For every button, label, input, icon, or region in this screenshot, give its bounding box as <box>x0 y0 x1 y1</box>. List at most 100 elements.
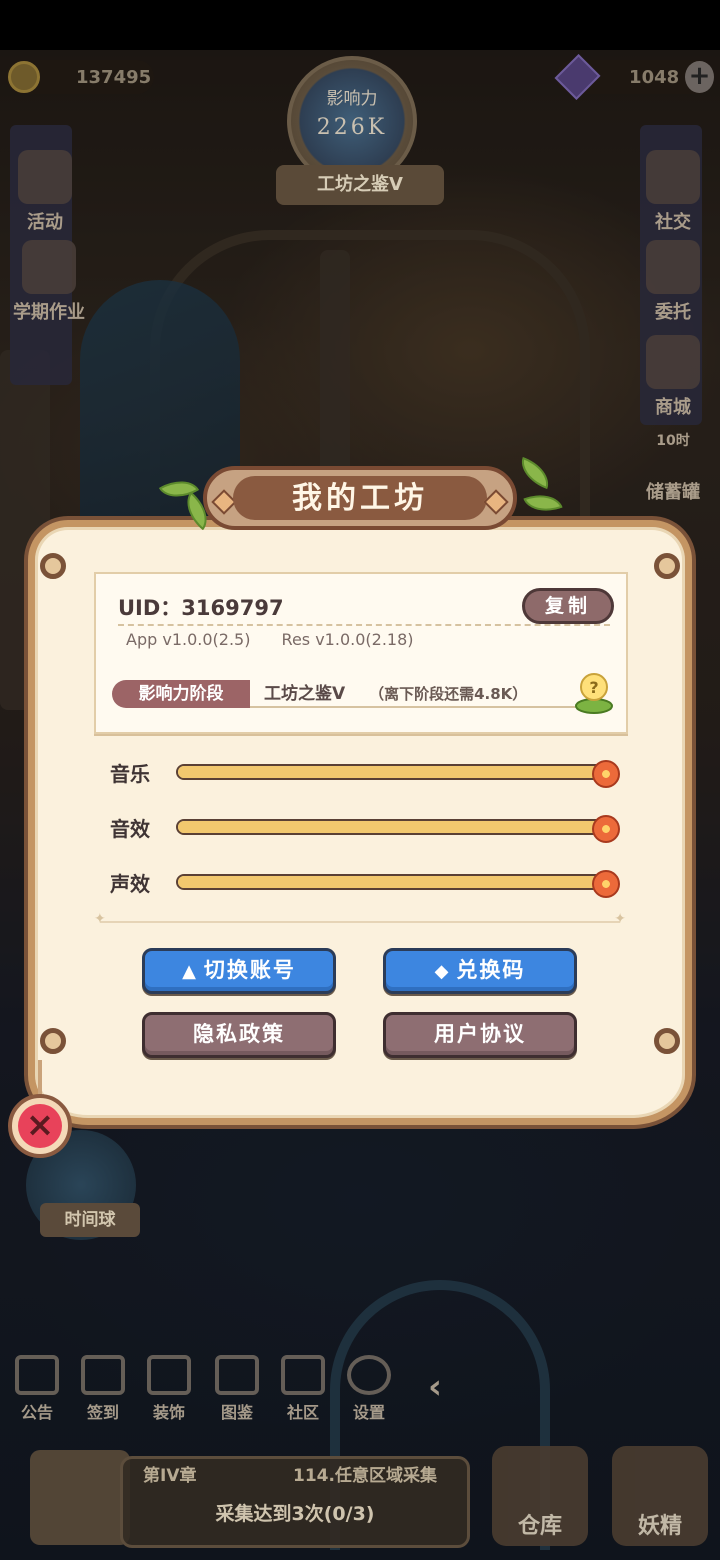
quest-task: 114.任意区域采集 <box>293 1466 437 1486</box>
privacy-policy-label: 隐私政策 <box>193 1022 285 1046</box>
semester-homework-button[interactable]: 学期作业 <box>6 240 92 324</box>
social-label: 社交 <box>655 212 691 233</box>
calendar-check-icon <box>81 1355 125 1395</box>
flower-knob-icon[interactable] <box>592 870 620 898</box>
corner-ornament <box>40 1028 66 1054</box>
influence-value: 226K <box>316 115 388 140</box>
wizard-hat-icon: ▲ <box>182 961 198 982</box>
music-volume-row: 音乐 <box>110 758 630 788</box>
fairy-label: 妖精 <box>637 1514 682 1539</box>
nav-settings[interactable]: 设置 <box>338 1355 400 1423</box>
time-ball-label: 时间球 <box>40 1203 140 1237</box>
nav-decorate[interactable]: 装饰 <box>138 1355 200 1423</box>
shop-label: 商城 <box>655 397 691 418</box>
piggy-bank-timer: 10时 <box>656 433 690 449</box>
coin-counter[interactable]: 137495 <box>6 60 154 94</box>
voice-slider-fill <box>178 876 606 888</box>
version-info: App v1.0.0(2.5) Res v1.0.0(2.18) <box>126 630 440 649</box>
lightbulb-help-icon[interactable]: ? <box>574 670 614 714</box>
close-dialog-button[interactable]: × <box>8 1094 72 1158</box>
fairy-button[interactable]: 妖精 <box>612 1446 708 1546</box>
flower-knob-icon[interactable] <box>592 815 620 843</box>
app-version: App v1.0.0(2.5) <box>126 630 251 649</box>
nav-collapse-icon[interactable]: ‹ <box>404 1367 466 1407</box>
music-label: 音乐 <box>110 762 150 786</box>
user-agreement-label: 用户协议 <box>434 1022 526 1046</box>
semester-homework-label: 学期作业 <box>13 302 85 323</box>
switch-account-label: 切换账号 <box>203 958 296 982</box>
nav-announcement-label: 公告 <box>20 1403 53 1422</box>
social-button[interactable]: 社交 <box>634 150 712 234</box>
nav-community[interactable]: 社区 <box>272 1355 334 1423</box>
bottom-nav: 公告 签到 装饰 图鉴 社区 设置 ‹ <box>0 1355 720 1435</box>
shop-icon <box>646 335 700 389</box>
book-icon <box>215 1355 259 1395</box>
stage-name: 工坊之鉴V <box>264 684 346 704</box>
activity-icon <box>18 150 72 204</box>
res-version: Res v1.0.0(2.18) <box>281 630 414 649</box>
music-slider[interactable] <box>176 760 620 788</box>
gem-stud-icon <box>483 489 509 515</box>
ornamental-divider <box>94 911 626 927</box>
stage-hint: （离下阶段还需4.8K） <box>369 685 528 703</box>
coin-icon <box>8 61 40 93</box>
dashed-divider <box>118 624 610 626</box>
influence-label: 影响力 <box>326 89 378 109</box>
nav-decorate-label: 装饰 <box>152 1403 185 1422</box>
corner-ornament <box>40 553 66 579</box>
activity-button[interactable]: 活动 <box>6 150 84 234</box>
influence-stage-label: 影响力阶段 <box>112 680 250 708</box>
piggy-bank-button[interactable]: 10时 储蓄罐 <box>634 430 712 504</box>
sound-effect-volume-row: 音效 <box>110 813 630 843</box>
user-agreement-button[interactable]: 用户协议 <box>383 1012 577 1058</box>
close-icon: × <box>18 1104 62 1148</box>
notice-board-icon <box>15 1355 59 1395</box>
svg-text:?: ? <box>589 678 598 697</box>
dialog-title-plaque: 我的工坊 <box>203 466 517 530</box>
coin-count: 137495 <box>76 66 152 88</box>
quest-bar[interactable]: 第IV章 114.任意区域采集 采集达到3次(0/3) <box>120 1456 470 1548</box>
add-gems-icon[interactable]: + <box>685 61 714 93</box>
sound-effect-slider[interactable] <box>176 815 620 843</box>
piggy-bank-label: 储蓄罐 <box>646 482 700 503</box>
sound-effect-slider-fill <box>178 821 606 833</box>
castle-icon <box>147 1355 191 1395</box>
quest-progress: 采集达到3次(0/3) <box>215 1503 375 1525</box>
nav-checkin-label: 签到 <box>86 1403 119 1422</box>
close-button-rope <box>38 1060 42 1096</box>
warehouse-button[interactable]: 仓库 <box>492 1446 588 1546</box>
shop-button[interactable]: 商城 <box>634 335 712 419</box>
copy-uid-button[interactable]: 复制 <box>522 588 614 624</box>
social-icon <box>646 150 700 204</box>
flower-knob-icon[interactable] <box>592 760 620 788</box>
account-info-card: UID：3169797 复制 App v1.0.0(2.5) Res v1.0.… <box>94 572 628 734</box>
corner-ornament <box>654 1028 680 1054</box>
sound-effect-label: 音效 <box>110 817 150 841</box>
redeem-code-button[interactable]: ◆ 兑换码 <box>383 948 577 994</box>
voice-slider[interactable] <box>176 870 620 898</box>
nav-announcement[interactable]: 公告 <box>6 1355 68 1423</box>
music-slider-fill <box>178 766 606 778</box>
scroll-icon <box>22 240 76 294</box>
nav-collection[interactable]: 图鉴 <box>206 1355 268 1423</box>
commission-icon <box>646 240 700 294</box>
corner-ornament <box>654 553 680 579</box>
privacy-policy-button[interactable]: 隐私政策 <box>142 1012 336 1058</box>
rank-title: 工坊之鉴V <box>276 165 444 205</box>
voice-volume-row: 声效 <box>110 868 630 898</box>
uid-text: UID：3169797 <box>118 596 284 620</box>
switch-account-button[interactable]: ▲ 切换账号 <box>142 948 336 994</box>
dialog-title: 我的工坊 <box>233 476 487 520</box>
quest-chapter: 第IV章 <box>143 1466 197 1486</box>
activity-label: 活动 <box>27 212 63 233</box>
house-icon <box>281 1355 325 1395</box>
commission-button[interactable]: 委托 <box>634 240 712 324</box>
gear-icon <box>347 1355 391 1395</box>
nav-community-label: 社区 <box>286 1403 319 1422</box>
nav-checkin[interactable]: 签到 <box>72 1355 134 1423</box>
redeem-code-label: 兑换码 <box>456 958 526 982</box>
quest-book-icon[interactable] <box>30 1450 130 1545</box>
influence-stage-value: 工坊之鉴V （离下阶段还需4.8K） <box>250 680 580 708</box>
commission-label: 委托 <box>655 302 691 323</box>
gem-counter[interactable]: 1048 + <box>554 54 714 100</box>
